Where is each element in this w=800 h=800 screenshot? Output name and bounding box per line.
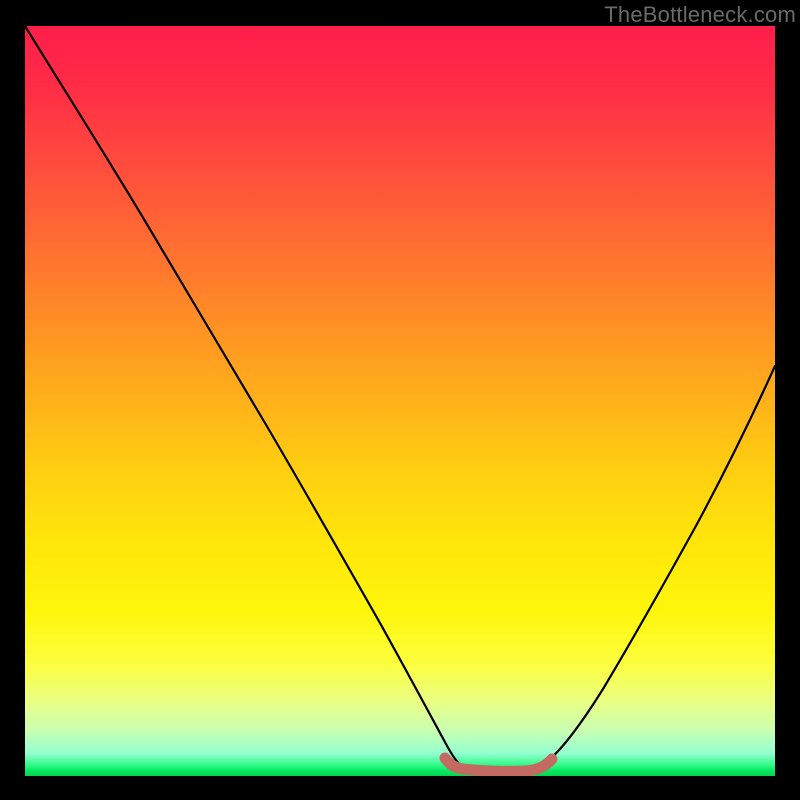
- watermark-text: TheBottleneck.com: [604, 2, 796, 28]
- bottleneck-curve: [25, 26, 775, 768]
- highlight-band: [445, 758, 552, 771]
- chart-svg: [25, 26, 775, 776]
- chart-root: TheBottleneck.com: [0, 0, 800, 800]
- plot-area: [25, 26, 775, 776]
